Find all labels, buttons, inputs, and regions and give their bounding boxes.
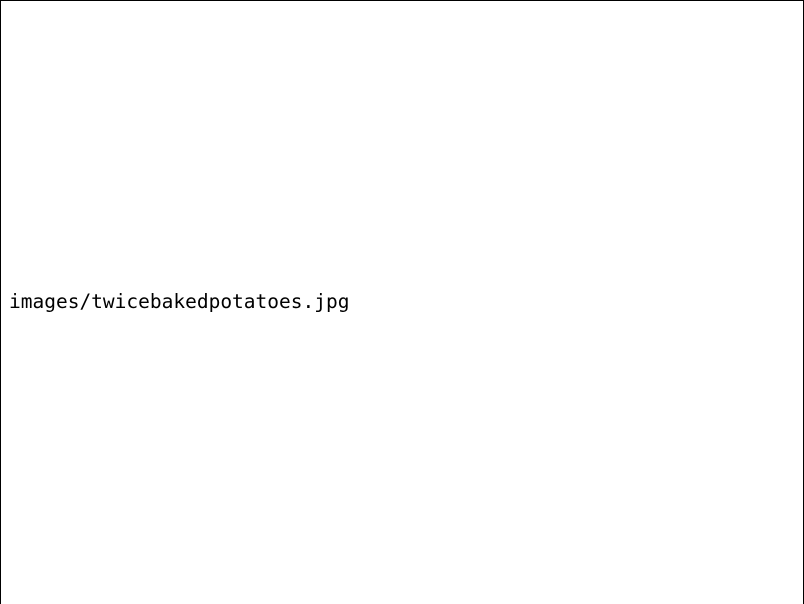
image-frame: images/twicebakedpotatoes.jpg <box>0 0 804 604</box>
image-path-label: images/twicebakedpotatoes.jpg <box>9 290 350 313</box>
